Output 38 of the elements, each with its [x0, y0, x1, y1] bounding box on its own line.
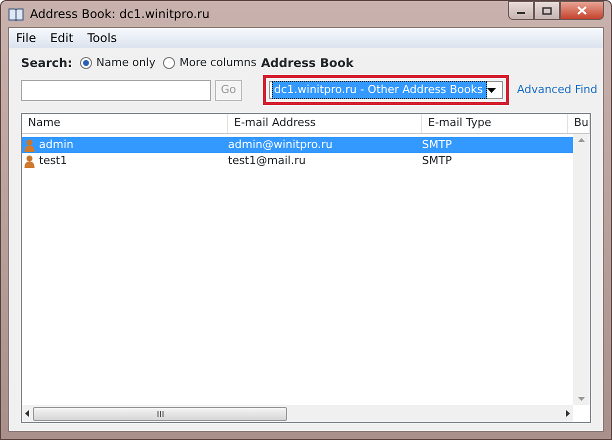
- search-label: Search:: [21, 55, 72, 72]
- type-cell-text: SMTP: [422, 152, 452, 169]
- scroll-up-icon: [578, 138, 585, 142]
- column-header[interactable]: E-mail Type: [422, 114, 568, 133]
- type-cell-text: SMTP: [422, 136, 452, 153]
- scroll-down-icon: [578, 397, 585, 401]
- radio-label: More columns: [179, 54, 256, 71]
- search-field[interactable]: [21, 80, 211, 100]
- grip-icon: [156, 410, 164, 416]
- column-header[interactable]: E-mail Address: [228, 114, 422, 133]
- window-title: Address Book: dc1.winitpro.ru: [30, 6, 210, 23]
- email-cell-text: admin@winitpro.ru: [228, 136, 334, 153]
- close-icon: [577, 6, 587, 15]
- column-header[interactable]: Bu: [568, 114, 590, 133]
- person-icon: [24, 138, 35, 152]
- menu-item[interactable]: Edit: [49, 29, 74, 47]
- close-button[interactable]: [560, 1, 604, 20]
- email-cell-text: test1@mail.ru: [228, 152, 307, 169]
- scroll-left-icon: [25, 410, 29, 417]
- scroll-thumb[interactable]: [33, 406, 287, 420]
- address-book-label: Address Book: [260, 55, 355, 72]
- vertical-scrollbar[interactable]: [573, 134, 590, 405]
- menu-item[interactable]: Tools: [86, 29, 118, 47]
- dropdown-arrow-icon: [487, 88, 496, 92]
- column-header[interactable]: Name: [22, 114, 228, 133]
- book-icon: [8, 7, 24, 21]
- horizontal-scrollbar[interactable]: [22, 405, 573, 422]
- maximize-button[interactable]: [534, 1, 560, 20]
- advanced-find-link[interactable]: Advanced Find: [517, 82, 598, 98]
- menu-item[interactable]: File: [15, 29, 38, 47]
- maximize-icon: [542, 6, 552, 14]
- minimize-button[interactable]: [508, 1, 534, 20]
- contact-row[interactable]: test1 test1@mail.ru SMTP: [22, 153, 573, 169]
- scroll-right-icon: [566, 410, 570, 417]
- person-icon: [24, 154, 35, 168]
- name-cell-text: test1: [39, 152, 68, 169]
- radio-label: Name only: [96, 54, 156, 71]
- name-cell-text: admin: [39, 136, 74, 153]
